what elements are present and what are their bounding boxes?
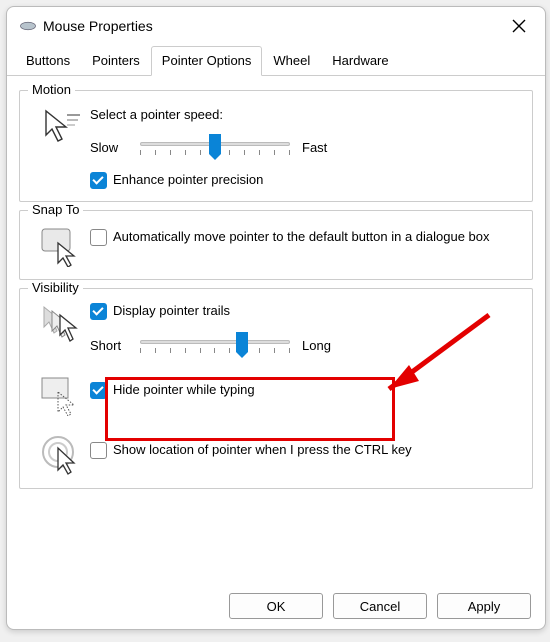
group-motion: Motion Select a pointer speed: Slow bbox=[19, 90, 533, 202]
show-location-checkbox[interactable] bbox=[90, 442, 107, 459]
enhance-precision-label: Enhance pointer precision bbox=[113, 172, 263, 189]
snap-default-checkbox[interactable] bbox=[90, 229, 107, 246]
trails-long-label: Long bbox=[302, 338, 331, 353]
enhance-precision-checkbox[interactable] bbox=[90, 172, 107, 189]
display-trails-checkbox[interactable] bbox=[90, 303, 107, 320]
hide-typing-label: Hide pointer while typing bbox=[113, 382, 255, 399]
group-motion-title: Motion bbox=[28, 82, 75, 97]
show-location-label: Show location of pointer when I press th… bbox=[113, 442, 412, 459]
pointer-speed-label: Select a pointer speed: bbox=[90, 107, 520, 122]
group-snap-title: Snap To bbox=[28, 202, 83, 217]
apply-button[interactable]: Apply bbox=[437, 593, 531, 619]
tab-pointers[interactable]: Pointers bbox=[81, 46, 151, 76]
tab-pointer-options[interactable]: Pointer Options bbox=[151, 46, 263, 76]
mouse-icon bbox=[19, 17, 37, 35]
display-trails-label: Display pointer trails bbox=[113, 303, 230, 320]
tab-wheel[interactable]: Wheel bbox=[262, 46, 321, 76]
group-snap-to: Snap To Automatically move pointer to th… bbox=[19, 210, 533, 280]
close-button[interactable] bbox=[501, 12, 537, 40]
tab-bar: Buttons Pointers Pointer Options Wheel H… bbox=[7, 45, 545, 76]
cancel-button[interactable]: Cancel bbox=[333, 593, 427, 619]
snap-to-icon bbox=[40, 225, 82, 267]
speed-slow-label: Slow bbox=[90, 140, 136, 155]
group-visibility: Visibility Display pointer trails Short bbox=[19, 288, 533, 489]
pointer-speed-icon bbox=[40, 105, 82, 147]
ok-button[interactable]: OK bbox=[229, 593, 323, 619]
show-location-icon bbox=[40, 434, 82, 476]
hide-typing-icon bbox=[40, 374, 82, 416]
pointer-trails-icon bbox=[40, 303, 82, 345]
trails-length-slider[interactable] bbox=[140, 334, 290, 356]
hide-typing-checkbox[interactable] bbox=[90, 382, 107, 399]
group-visibility-title: Visibility bbox=[28, 280, 83, 295]
tab-buttons[interactable]: Buttons bbox=[15, 46, 81, 76]
pointer-speed-slider[interactable] bbox=[140, 136, 290, 158]
trails-short-label: Short bbox=[90, 338, 136, 353]
speed-fast-label: Fast bbox=[302, 140, 327, 155]
close-icon bbox=[512, 19, 526, 33]
snap-default-label: Automatically move pointer to the defaul… bbox=[113, 229, 490, 246]
dialog-title: Mouse Properties bbox=[43, 18, 501, 34]
tab-hardware[interactable]: Hardware bbox=[321, 46, 399, 76]
